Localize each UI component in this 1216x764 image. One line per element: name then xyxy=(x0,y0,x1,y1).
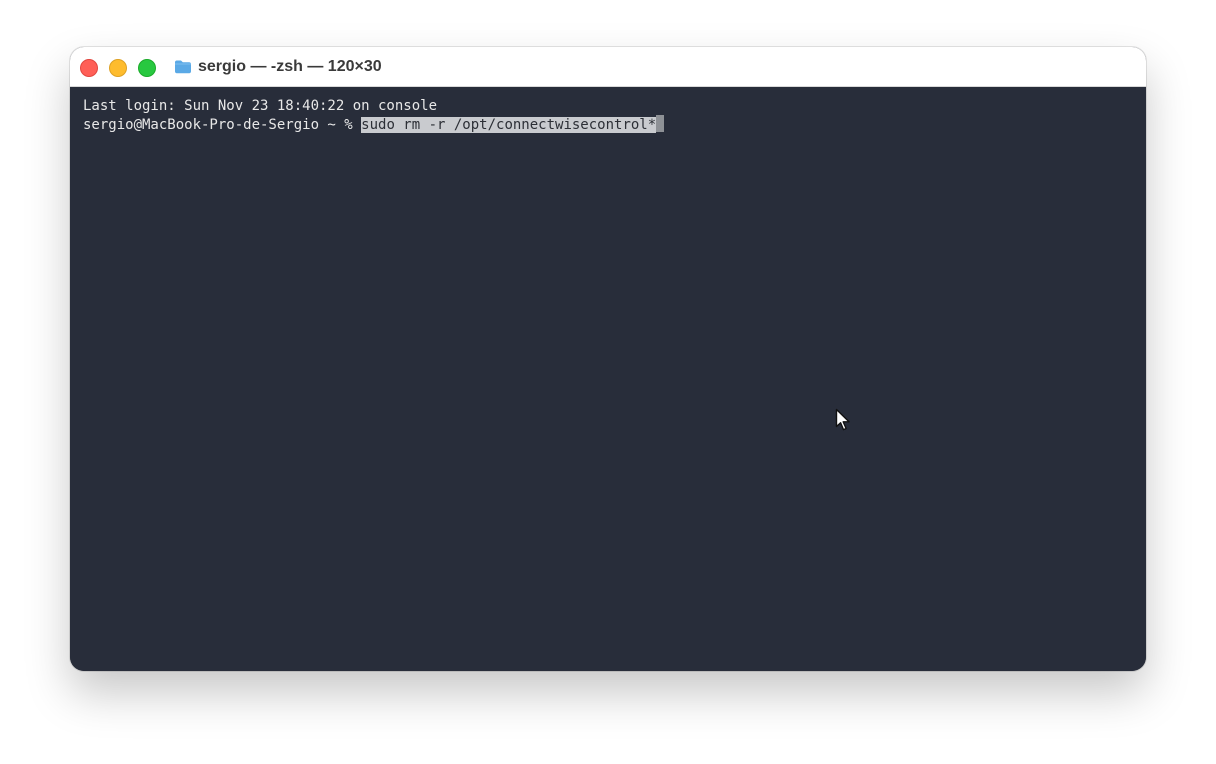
close-icon[interactable] xyxy=(80,59,98,77)
minimize-icon[interactable] xyxy=(109,59,127,77)
terminal-area[interactable]: Last login: Sun Nov 23 18:40:22 on conso… xyxy=(70,87,1146,671)
terminal-window[interactable]: sergio — -zsh — 120×30 Last login: Sun N… xyxy=(70,47,1146,671)
command-line[interactable]: sergio@MacBook-Pro-de-Sergio ~ % sudo rm… xyxy=(83,115,665,135)
title-bar[interactable]: sergio — -zsh — 120×30 xyxy=(70,47,1146,87)
window-title: sergio — -zsh — 120×30 xyxy=(198,58,382,75)
shell-prompt: sergio@MacBook-Pro-de-Sergio ~ % xyxy=(83,117,362,133)
folder-icon xyxy=(175,60,191,74)
zoom-icon[interactable] xyxy=(138,59,156,77)
mouse-pointer-icon xyxy=(835,408,850,431)
text-cursor xyxy=(656,115,665,132)
selected-command[interactable]: sudo rm -r /opt/connectwisecontrol* xyxy=(361,117,657,133)
last-login-line: Last login: Sun Nov 23 18:40:22 on conso… xyxy=(83,98,438,114)
